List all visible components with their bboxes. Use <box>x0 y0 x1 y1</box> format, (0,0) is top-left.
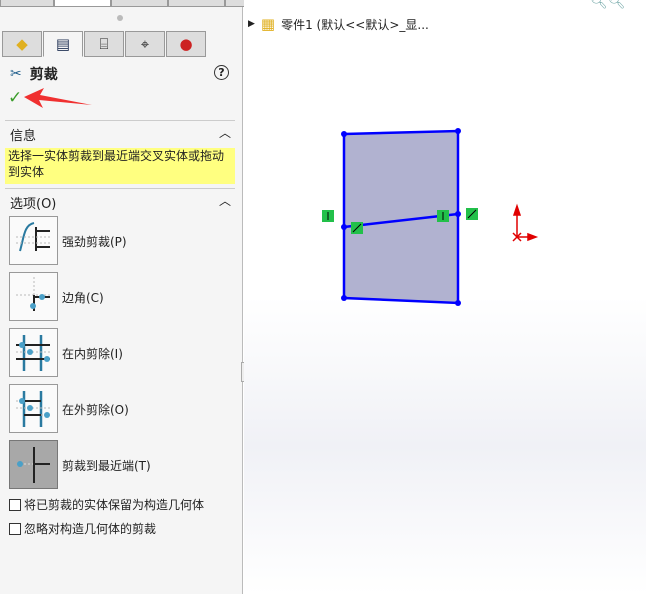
sketch <box>322 128 539 306</box>
origin-icon <box>512 203 539 242</box>
